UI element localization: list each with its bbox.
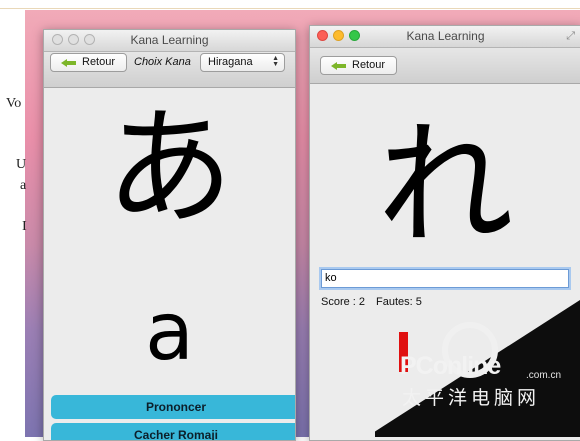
fullscreen-icon[interactable]: ⤢ <box>566 26 575 47</box>
top-divider <box>0 8 580 9</box>
pronounce-button[interactable]: Prononcer <box>51 395 295 419</box>
answer-input[interactable]: ko <box>321 269 569 288</box>
background-text-fragment: Vo <box>6 96 22 111</box>
back-button[interactable]: Retour <box>320 56 397 75</box>
close-icon[interactable] <box>52 34 63 45</box>
background-text-fragment: I <box>22 219 27 234</box>
watermark-cn-text: 太平洋电脑网 <box>402 388 541 409</box>
background-text-fragment: a <box>20 178 27 193</box>
left-toolbar: Retour Choix Kana Hiragana ▲ ▼ <box>44 52 295 88</box>
background-text-fragment: U <box>16 157 27 172</box>
zoom-icon[interactable] <box>84 34 95 45</box>
score-label: Score : 2 <box>321 296 366 308</box>
back-arrow-icon <box>61 59 77 67</box>
back-button-label: Retour <box>352 59 386 71</box>
back-button[interactable]: Retour <box>50 53 127 72</box>
left-window-titlebar[interactable]: Kana Learning <box>44 30 295 52</box>
right-toolbar: Retour <box>310 48 580 84</box>
kana-character: あ <box>105 94 234 243</box>
minimize-icon[interactable] <box>333 30 344 41</box>
kana-type-select[interactable]: Hiragana ▲ ▼ <box>200 53 285 72</box>
kana-type-value: Hiragana <box>208 56 253 68</box>
watermark-domain: .com.cn <box>526 370 562 381</box>
minimize-icon[interactable] <box>68 34 79 45</box>
romaji-text: a <box>144 285 195 378</box>
kana-character: れ <box>377 107 514 265</box>
back-button-label: Retour <box>82 56 116 68</box>
hide-romaji-button[interactable]: Cacher Romaji <box>51 423 295 440</box>
close-icon[interactable] <box>317 30 328 41</box>
errors-label: Fautes: 5 <box>376 296 422 308</box>
zoom-icon[interactable] <box>349 30 360 41</box>
select-arrows-icon: ▲ ▼ <box>272 55 279 68</box>
left-window: Kana Learning Retour Choix Kana Hiragana… <box>43 29 296 441</box>
window-title: Kana Learning <box>130 33 209 47</box>
watermark-brand: PConline <box>400 352 501 380</box>
kana-choice-label: Choix Kana <box>134 56 191 68</box>
window-title: Kana Learning <box>406 29 485 43</box>
back-arrow-icon <box>331 62 347 70</box>
right-window-titlebar[interactable]: Kana Learning ⤢ <box>310 26 580 48</box>
